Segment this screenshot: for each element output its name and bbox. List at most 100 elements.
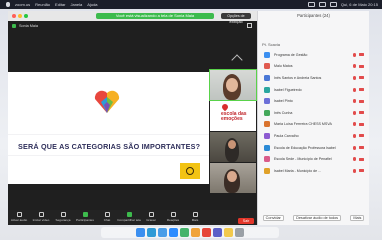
zoom-icon[interactable] [169, 228, 178, 237]
video-camera-icon [38, 212, 44, 217]
avatar [264, 98, 270, 105]
participant-row[interactable]: Isabel Figueiredo [258, 84, 369, 96]
escola-logo-icon [220, 102, 230, 112]
wifi-icon[interactable] [318, 2, 326, 7]
mute-all-button[interactable]: Desativar áudio de todos [293, 215, 342, 221]
battery-icon[interactable] [307, 2, 315, 7]
maps-icon[interactable] [180, 228, 189, 237]
sharer-name: Sonia Maia [19, 24, 38, 28]
share-info: Sonia Maia [12, 23, 38, 29]
menu-item-reuniao[interactable]: Reunião [35, 2, 50, 7]
fullscreen-window-icon[interactable] [24, 14, 28, 18]
participant-row[interactable]: Isabel Maria - Município de ... [258, 165, 369, 177]
toolbar-audio-button[interactable]: Ativar áudio [8, 210, 30, 222]
participants-panel-title: Participantes (24) [297, 13, 330, 18]
expand-icon[interactable] [247, 23, 252, 28]
microphone-muted-icon [353, 52, 356, 57]
avatar [264, 109, 270, 116]
avatar [264, 63, 270, 70]
menu-clock[interactable]: Qui, 6 de Maio 20:15 [341, 2, 378, 7]
heart-logo-icon [94, 90, 120, 113]
toolbar-record-button[interactable]: Gravar [140, 210, 162, 222]
toolbar-security-button[interactable]: Segurança [52, 210, 74, 222]
window-controls [12, 14, 28, 18]
trash-icon[interactable] [235, 228, 244, 237]
participant-row[interactable]: Maria Luísa Ferrreira CHESS MSVA [258, 119, 369, 131]
shield-check-icon [12, 24, 16, 28]
teams-icon[interactable] [213, 228, 222, 237]
more-button[interactable]: Mais [350, 215, 365, 221]
microphone-icon [16, 212, 22, 217]
menu-item-ajuda[interactable]: Ajuda [87, 2, 97, 7]
participants-search-label[interactable]: Pt. Scavia [262, 42, 280, 47]
video-off-icon [359, 146, 364, 150]
zoom-meeting-window: Você está visualizando a tela de Sonia M… [8, 11, 257, 225]
toolbar-more-button[interactable]: Mais [184, 210, 206, 222]
menu-item-editar[interactable]: Editar [55, 2, 65, 7]
leave-meeting-button[interactable]: Sair [238, 218, 254, 224]
participant-row[interactable]: Escola Sede - Município de Penafiel [258, 153, 369, 165]
participant-row[interactable]: Paula Carvalho [258, 130, 369, 142]
participant-row[interactable]: Inês Santos e Andreia Santos [258, 72, 369, 84]
video-off-icon [359, 122, 364, 126]
participant-row[interactable]: Isabel Pinto [258, 95, 369, 107]
avatar [264, 86, 270, 93]
reactions-icon [170, 212, 176, 217]
participant-row[interactable]: Malu Matos [258, 61, 369, 73]
avatar [264, 74, 270, 81]
participant-face [228, 140, 236, 149]
search-icon[interactable] [329, 2, 337, 7]
chat-bubble-icon [104, 212, 110, 217]
smile-icon [186, 167, 194, 175]
chrome-icon[interactable] [202, 228, 211, 237]
participant-row[interactable]: Inês Cunha [258, 107, 369, 119]
avatar [264, 132, 270, 139]
video-off-icon [359, 88, 364, 92]
participants-footer: Convidar Desativar áudio de todos Mais [258, 215, 369, 221]
participants-panel: Participantes (24) Pt. Scavia Programa d… [257, 11, 369, 225]
toolbar-participants-button[interactable]: Participantes [74, 210, 96, 222]
shield-icon [60, 212, 66, 217]
window-titlebar: Você está visualizando a tela de Sonia M… [8, 11, 257, 24]
participant-row[interactable]: Programa de Gestão [258, 49, 369, 61]
participant-name: Escola de Educação Professora Isabel [274, 145, 336, 150]
toolbar-share-button[interactable]: Compartilhar tela [117, 210, 141, 222]
microphone-muted-icon [353, 122, 356, 127]
video-tile-participant[interactable] [210, 132, 256, 162]
microphone-muted-icon [353, 87, 356, 92]
apple-logo-icon[interactable] [6, 2, 10, 7]
toolbar-chat-button[interactable]: Chat [96, 210, 118, 222]
video-tile-speaker[interactable] [209, 69, 257, 101]
safari-icon[interactable] [147, 228, 156, 237]
video-off-icon [359, 99, 364, 103]
invite-button[interactable]: Convidar [262, 215, 284, 221]
notes-icon[interactable] [224, 228, 233, 237]
avatar [264, 121, 270, 128]
participants-icon [82, 212, 88, 217]
toolbar-reactions-button[interactable]: Reações [162, 210, 184, 222]
finder-icon[interactable] [136, 228, 145, 237]
mail-icon[interactable] [158, 228, 167, 237]
video-tile-escola[interactable]: escola das emoções [210, 101, 256, 131]
scroll-up-arrow-icon[interactable] [231, 54, 243, 66]
view-options-button[interactable]: Opções de exibição [221, 13, 251, 24]
menu-app-name[interactable]: zoom.us [15, 2, 30, 7]
participant-name: Isabel Figueiredo [274, 87, 302, 92]
viewing-screen-banner: Você está visualizando a tela de Sonia M… [96, 13, 214, 19]
photos-icon[interactable] [191, 228, 200, 237]
mac-dock [101, 227, 279, 238]
toolbar-video-button[interactable]: Iniciar vídeo [30, 210, 52, 222]
mac-menu-bar: zoom.us Reunião Editar Janela Ajuda Qui,… [0, 0, 382, 9]
participant-name: Programa de Gestão [274, 52, 308, 57]
share-screen-icon [126, 212, 132, 217]
video-off-icon [359, 53, 364, 57]
participant-name: Inês Cunha [274, 110, 293, 115]
menu-item-janela[interactable]: Janela [70, 2, 82, 7]
participant-row[interactable]: Escola de Educação Professora Isabel [258, 142, 369, 154]
participant-name: Isabel Pinto [274, 99, 293, 104]
close-window-icon[interactable] [12, 14, 16, 18]
minimize-window-icon[interactable] [18, 14, 22, 18]
avatar [264, 167, 270, 174]
video-tile-participant[interactable] [210, 163, 256, 193]
microphone-muted-icon [353, 99, 356, 104]
